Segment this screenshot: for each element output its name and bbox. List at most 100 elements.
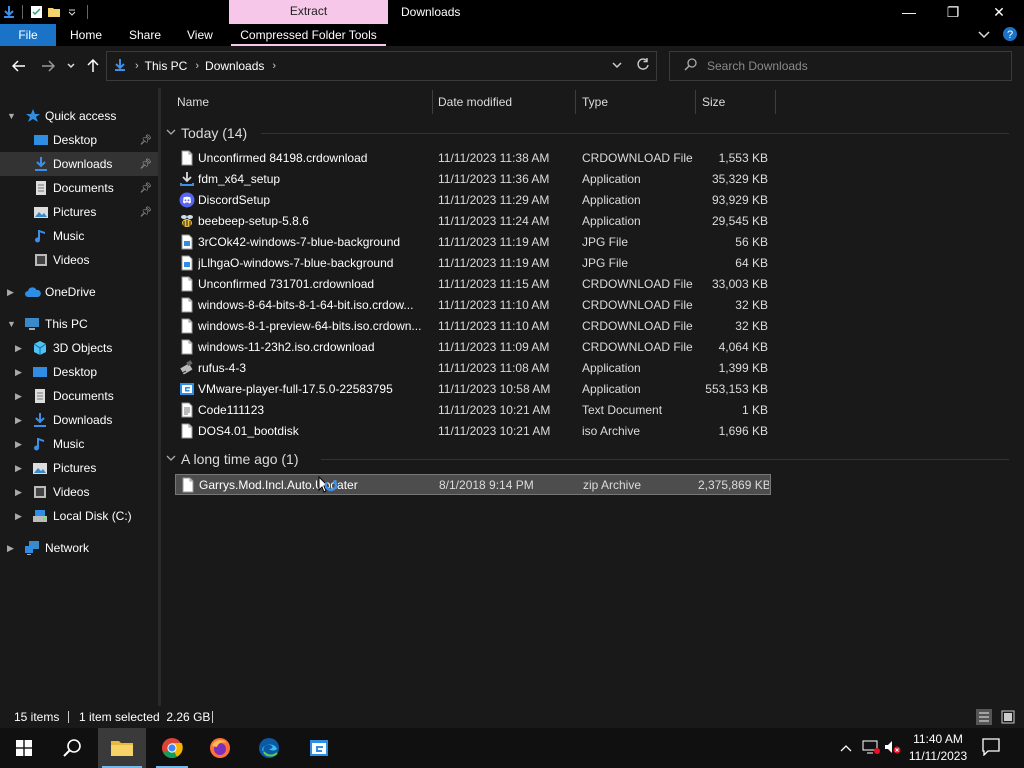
tab-compressed-folder-tools[interactable]: Compressed Folder Tools <box>231 24 386 46</box>
column-header-type[interactable]: Type <box>582 88 608 116</box>
file-row[interactable]: jLlhgaO-windows-7-blue-background 11/11/2… <box>175 253 771 274</box>
chevron-right-icon[interactable]: ▶ <box>7 543 14 554</box>
expand-ribbon-icon[interactable] <box>978 28 990 42</box>
chevron-right-icon[interactable]: ▶ <box>15 415 22 426</box>
close-button[interactable]: ✕ <box>976 0 1022 24</box>
nav-local-disk[interactable]: ▶ Local Disk (C:) <box>0 504 158 528</box>
nav-pc-videos[interactable]: ▶ Videos <box>0 480 158 504</box>
column-divider[interactable] <box>432 90 433 114</box>
nav-3d-objects[interactable]: ▶ 3D Objects <box>0 336 158 360</box>
file-row[interactable]: fdm_x64_setup 11/11/2023 11:36 AM Applicat… <box>175 169 771 190</box>
breadcrumb-downloads[interactable]: Downloads <box>205 59 264 73</box>
nav-this-pc[interactable]: ▼ This PC <box>0 312 158 336</box>
column-header-size[interactable]: Size <box>702 88 725 116</box>
group-header-today[interactable]: Today (14) <box>166 122 247 144</box>
downloads-folder-icon[interactable] <box>0 0 18 24</box>
search-box[interactable] <box>669 51 1012 81</box>
maximize-button[interactable]: ❐ <box>930 0 976 24</box>
large-icons-view-icon[interactable] <box>1000 709 1016 728</box>
address-dropdown-icon[interactable] <box>612 58 622 72</box>
chevron-right-icon[interactable]: ▶ <box>15 367 22 378</box>
nav-quick-documents[interactable]: Documents 📌︎ <box>0 176 158 200</box>
file-row[interactable]: Garrys.Mod.Incl.Auto.Updater 8/1/2018 9:1… <box>175 474 771 495</box>
tab-file[interactable]: File <box>0 24 56 46</box>
forward-button[interactable] <box>37 54 59 78</box>
nav-pc-desktop[interactable]: ▶ Desktop <box>0 360 158 384</box>
search-input[interactable] <box>707 59 997 73</box>
chevron-right-icon[interactable]: ▶ <box>15 439 22 450</box>
file-row[interactable]: DOS4.01_bootdisk 11/11/2023 10:21 AM iso A… <box>175 421 771 442</box>
file-row[interactable]: 3rCOk42-windows-7-blue-background 11/11/2… <box>175 232 771 253</box>
file-row[interactable]: Code111123 11/11/2023 10:21 AM Text Docume… <box>175 400 771 421</box>
nav-pc-pictures[interactable]: ▶ Pictures <box>0 456 158 480</box>
details-view-icon[interactable] <box>976 709 992 728</box>
help-icon[interactable]: ? <box>1002 26 1018 45</box>
pin-icon[interactable]: 📌︎ <box>139 135 152 146</box>
file-row[interactable]: VMware-player-full-17.5.0-22583795 11/11/… <box>175 379 771 400</box>
nav-quick-videos[interactable]: Videos <box>0 248 158 272</box>
file-row[interactable]: beebeep-setup-5.8.6 11/11/2023 11:24 AM Ap… <box>175 211 771 232</box>
customize-toolbar-icon[interactable] <box>63 0 81 24</box>
breadcrumb-this-pc[interactable]: This PC <box>145 59 188 73</box>
nav-quick-access[interactable]: ▼ Quick access <box>0 104 158 128</box>
start-button[interactable] <box>0 728 48 768</box>
firefox-taskbar-button[interactable] <box>196 728 244 768</box>
breadcrumb-separator-icon[interactable]: › <box>135 60 139 72</box>
nav-quick-downloads[interactable]: Downloads 📌︎ <box>0 152 158 176</box>
chevron-right-icon[interactable]: ▶ <box>15 487 22 498</box>
installer-taskbar-button[interactable] <box>295 728 343 768</box>
breadcrumb-separator-icon[interactable]: › <box>272 60 276 72</box>
chevron-right-icon[interactable]: ▶ <box>15 511 22 522</box>
column-divider[interactable] <box>575 90 576 114</box>
chevron-right-icon[interactable]: ▶ <box>15 343 22 354</box>
tab-view[interactable]: View <box>187 24 213 46</box>
nav-quick-desktop[interactable]: Desktop 📌︎ <box>0 128 158 152</box>
file-row[interactable]: windows-8-1-preview-64-bits.iso.crdown..… <box>175 316 771 337</box>
up-button[interactable] <box>82 54 104 78</box>
nav-quick-pictures[interactable]: Pictures 📌︎ <box>0 200 158 224</box>
tab-share[interactable]: Share <box>129 24 161 46</box>
recent-locations-button[interactable] <box>61 54 81 78</box>
pin-icon[interactable]: 📌︎ <box>139 159 152 170</box>
nav-quick-music[interactable]: Music <box>0 224 158 248</box>
refresh-icon[interactable] <box>636 57 650 74</box>
pin-icon[interactable]: 📌︎ <box>139 207 152 218</box>
column-divider[interactable] <box>775 90 776 114</box>
show-hidden-icons-icon[interactable] <box>840 741 852 755</box>
tab-home[interactable]: Home <box>70 24 102 46</box>
minimize-button[interactable]: — <box>886 0 932 24</box>
search-taskbar-button[interactable] <box>48 728 96 768</box>
file-row[interactable]: Unconfirmed 84198.crdownload 11/11/2023 1… <box>175 148 771 169</box>
chevron-down-icon[interactable]: ▼ <box>7 111 16 121</box>
address-bar[interactable]: › This PC › Downloads › <box>106 51 657 81</box>
column-header-date[interactable]: Date modified <box>438 88 512 116</box>
nav-onedrive[interactable]: ▶ OneDrive <box>0 280 158 304</box>
system-clock[interactable]: 11:40 AM 11/11/2023 <box>900 731 976 765</box>
properties-icon[interactable] <box>27 0 45 24</box>
extract-contextual-tab[interactable]: Extract <box>229 0 388 24</box>
group-header-long-ago[interactable]: A long time ago (1) <box>166 448 299 470</box>
chevron-right-icon[interactable]: ▶ <box>15 463 22 474</box>
pin-icon[interactable]: 📌︎ <box>139 183 152 194</box>
chevron-down-icon[interactable]: ▼ <box>7 319 16 329</box>
nav-pc-documents[interactable]: ▶ Documents <box>0 384 158 408</box>
back-button[interactable] <box>8 54 30 78</box>
new-folder-icon[interactable] <box>45 0 63 24</box>
nav-pc-music[interactable]: ▶ Music <box>0 432 158 456</box>
file-explorer-taskbar-button[interactable] <box>98 728 146 768</box>
chevron-right-icon[interactable]: ▶ <box>15 391 22 402</box>
chevron-right-icon[interactable]: ▶ <box>7 287 14 298</box>
network-status-icon[interactable] <box>862 739 880 758</box>
chevron-down-icon[interactable] <box>166 128 181 139</box>
file-row[interactable]: Unconfirmed 731701.crdownload 11/11/2023 … <box>175 274 771 295</box>
chevron-down-icon[interactable] <box>166 454 181 465</box>
nav-pc-downloads[interactable]: ▶ Downloads <box>0 408 158 432</box>
file-row[interactable]: rufus-4-3 11/11/2023 11:08 AM Application 1… <box>175 358 771 379</box>
chrome-taskbar-button[interactable] <box>148 728 196 768</box>
edge-taskbar-button[interactable] <box>245 728 293 768</box>
file-row[interactable]: DiscordSetup 11/11/2023 11:29 AM Applicati… <box>175 190 771 211</box>
nav-network[interactable]: ▶ Network <box>0 536 158 560</box>
breadcrumb-separator-icon[interactable]: › <box>195 60 199 72</box>
column-divider[interactable] <box>695 90 696 114</box>
notifications-icon[interactable] <box>982 738 1000 759</box>
